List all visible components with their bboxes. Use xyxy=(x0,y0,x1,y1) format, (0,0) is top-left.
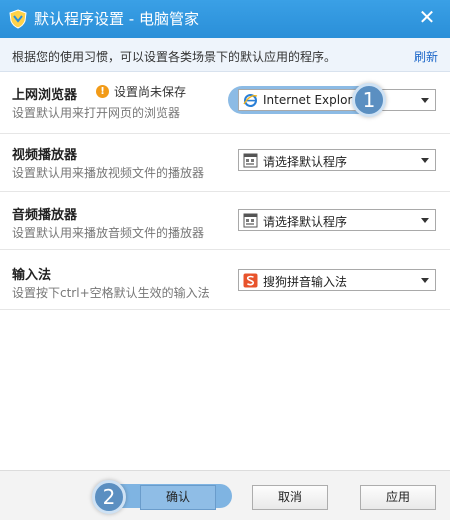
video-player-select-value: 请选择默认程序 xyxy=(263,155,348,169)
browser-select-value: Internet Explorer xyxy=(263,93,365,107)
warning-text: 设置尚未保存 xyxy=(114,85,187,99)
close-icon: ✕ xyxy=(418,5,436,29)
sogou-icon xyxy=(243,273,258,288)
info-text: 根据您的使用习惯，可以设置各类场景下的默认应用的程序。 xyxy=(12,50,337,64)
unsaved-warning: ! 设置尚未保存 xyxy=(96,83,186,100)
chevron-down-icon xyxy=(421,158,429,163)
audio-player-select[interactable]: 请选择默认程序 xyxy=(238,209,436,231)
row-description: 设置按下ctrl+空格默认生效的输入法 xyxy=(12,286,210,300)
row-title: 上网浏览器 xyxy=(12,88,78,103)
chevron-down-icon xyxy=(421,218,429,223)
browser-select[interactable]: Internet Explorer xyxy=(238,89,436,111)
row-title: 输入法 xyxy=(12,268,52,283)
apply-button[interactable]: 应用 xyxy=(360,485,436,510)
program-icon xyxy=(243,213,258,228)
window-title: 默认程序设置 - 电脑管家 xyxy=(34,10,199,28)
cancel-button[interactable]: 取消 xyxy=(252,485,328,510)
row-description: 设置默认用来播放音频文件的播放器 xyxy=(12,226,205,240)
program-icon xyxy=(243,153,258,168)
input-method-select-value: 搜狗拼音输入法 xyxy=(263,275,348,289)
row-description: 设置默认用来打开网页的浏览器 xyxy=(12,106,181,120)
audio-player-select-value: 请选择默认程序 xyxy=(263,215,348,229)
row-title: 音频播放器 xyxy=(12,208,78,223)
row-description: 设置默认用来播放视频文件的播放器 xyxy=(12,166,205,180)
shield-logo-icon xyxy=(9,9,27,29)
close-button[interactable]: ✕ xyxy=(414,4,440,30)
chevron-down-icon xyxy=(421,278,429,283)
warning-icon: ! xyxy=(96,85,109,98)
video-player-select[interactable]: 请选择默认程序 xyxy=(238,149,436,171)
chevron-down-icon xyxy=(421,98,429,103)
info-bar: 根据您的使用习惯，可以设置各类场景下的默认应用的程序。 刷新 xyxy=(0,38,450,72)
refresh-link[interactable]: 刷新 xyxy=(414,48,438,65)
input-method-select[interactable]: 搜狗拼音输入法 xyxy=(238,269,436,291)
row-title: 视频播放器 xyxy=(12,148,78,163)
confirm-button[interactable]: 确认 xyxy=(140,485,216,510)
title-bar: 默认程序设置 - 电脑管家 ✕ xyxy=(0,0,450,38)
ie-icon xyxy=(243,94,258,107)
default-programs-window: 默认程序设置 - 电脑管家 ✕ 根据您的使用习惯，可以设置各类场景下的默认应用的… xyxy=(0,0,450,520)
step-badge-2: 2 xyxy=(92,480,126,514)
step-badge-1: 1 xyxy=(352,83,386,117)
